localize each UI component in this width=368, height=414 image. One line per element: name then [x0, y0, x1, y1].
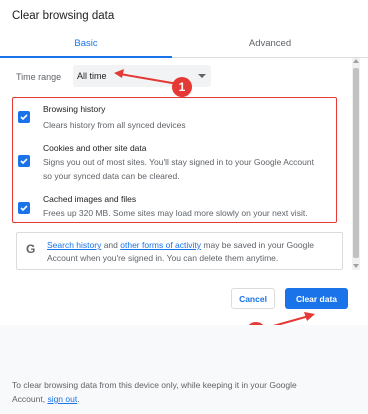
google-g-icon: G — [26, 242, 36, 256]
footer-line2-suffix: . — [77, 394, 80, 404]
option-title: Browsing history — [43, 104, 106, 114]
options-highlight-box: Browsing history Clears history from all… — [12, 97, 337, 223]
cookies-checkbox[interactable] — [18, 155, 30, 167]
footer: To clear browsing data from this device … — [0, 325, 368, 414]
footer-line2-prefix: Account, — [12, 394, 48, 404]
cancel-button[interactable]: Cancel — [231, 288, 275, 309]
option-title: Cached images and files — [43, 194, 137, 204]
scrollbar[interactable] — [352, 58, 360, 270]
sign-out-link[interactable]: sign out — [47, 394, 77, 404]
footer-text: To clear browsing data from this device … — [12, 378, 342, 406]
check-icon — [20, 205, 28, 212]
dialog-title: Clear browsing data — [12, 10, 115, 22]
chevron-down-icon — [198, 74, 206, 78]
option-description: Frees up 320 MB. Some sites may load mor… — [43, 208, 308, 218]
tab-bar: Basic Advanced — [0, 32, 368, 58]
tab-selected-indicator — [0, 56, 172, 58]
info-text-and: and — [101, 240, 121, 250]
scroll-down-icon[interactable] — [353, 264, 359, 268]
info-text-line2: Account when you're signed in. You can d… — [47, 253, 279, 263]
info-text-rest: may be saved in your Google — [201, 240, 314, 250]
option-description: Signs you out of most sites. You'll stay… — [43, 157, 314, 167]
other-activity-link[interactable]: other forms of activity — [120, 240, 201, 250]
tab-basic[interactable]: Basic — [0, 38, 172, 49]
check-icon — [20, 114, 28, 121]
time-range-label: Time range — [16, 72, 62, 82]
cached-images-checkbox[interactable] — [18, 202, 30, 214]
info-box: G Search history and other forms of acti… — [16, 232, 343, 270]
annotation-badge-1: 1 — [172, 77, 192, 97]
option-title: Cookies and other site data — [43, 143, 147, 153]
option-description: so your synced data can be cleared. — [43, 171, 180, 181]
footer-line1: To clear browsing data from this device … — [12, 380, 297, 390]
search-history-link[interactable]: Search history — [47, 240, 101, 250]
info-text: Search history and other forms of activi… — [47, 239, 337, 265]
option-description: Clears history from all synced devices — [43, 120, 186, 130]
tab-advanced[interactable]: Advanced — [184, 38, 356, 49]
scroll-thumb[interactable] — [353, 68, 359, 258]
scroll-up-icon[interactable] — [353, 59, 359, 63]
clear-data-button[interactable]: Clear data — [285, 288, 348, 309]
check-icon — [20, 158, 28, 165]
time-range-value: All time — [77, 71, 107, 81]
browsing-history-checkbox[interactable] — [18, 111, 30, 123]
